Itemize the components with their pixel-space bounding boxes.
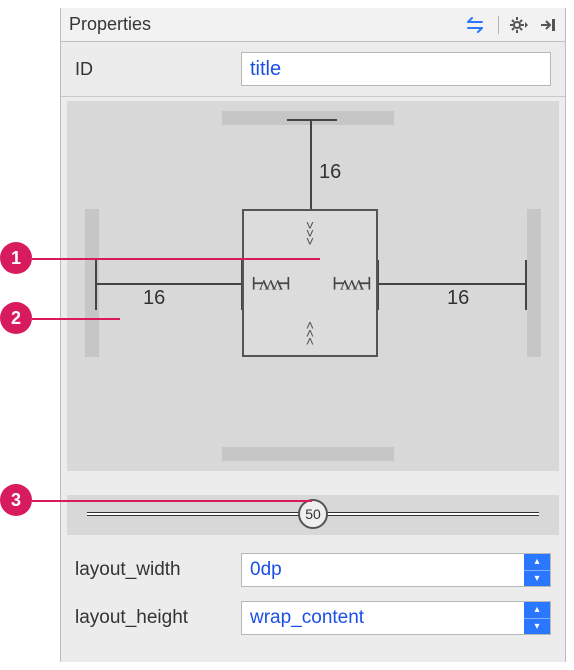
- callout-2: 2: [0, 302, 32, 334]
- slider-thumb[interactable]: 50: [298, 499, 328, 529]
- layout-width-label: layout_width: [75, 559, 225, 581]
- connector-right[interactable]: [377, 283, 527, 285]
- panel-title: Properties: [69, 14, 151, 35]
- stepper-icon[interactable]: ▴▾: [524, 554, 550, 586]
- stepper-icon[interactable]: ▴▾: [524, 602, 550, 634]
- callout-2-line: [32, 318, 120, 320]
- callout-1-line: [32, 258, 320, 260]
- id-row: ID: [61, 42, 565, 97]
- boundary-bottom: [222, 447, 394, 461]
- gear-icon[interactable]: [509, 16, 529, 34]
- height-control-bottom[interactable]: ˄˄˄: [306, 321, 314, 345]
- margin-right-value[interactable]: 16: [447, 287, 469, 310]
- width-control-left[interactable]: ᴧᴧᴧ: [252, 271, 287, 296]
- layout-rows: layout_width 0dp ▴▾ layout_height wrap_c…: [61, 541, 565, 635]
- layout-height-row: layout_height wrap_content ▴▾: [75, 601, 551, 635]
- layout-height-select[interactable]: wrap_content ▴▾: [241, 601, 551, 635]
- height-control-top[interactable]: ˅˅˅: [306, 221, 314, 245]
- callout-3-line: [32, 500, 312, 502]
- callout-1: 1: [0, 242, 32, 274]
- properties-panel: Properties: [60, 8, 566, 662]
- header-tools: [466, 16, 557, 34]
- view-box[interactable]: ˅˅˅ ᴧᴧᴧ ᴧᴧᴧ ˄˄˄: [242, 209, 378, 357]
- callout-3: 3: [0, 484, 32, 516]
- layout-width-value: 0dp: [250, 559, 282, 581]
- layout-width-row: layout_width 0dp ▴▾: [75, 553, 551, 587]
- layout-height-label: layout_height: [75, 607, 225, 629]
- margin-left-value[interactable]: 16: [143, 287, 165, 310]
- horizontal-bias-slider[interactable]: 50: [87, 505, 539, 523]
- collapse-icon[interactable]: [539, 17, 557, 33]
- margin-top-value[interactable]: 16: [319, 161, 341, 184]
- width-control-right[interactable]: ᴧᴧᴧ: [333, 271, 368, 296]
- layout-height-value: wrap_content: [250, 607, 364, 629]
- boundary-top: [222, 111, 394, 125]
- boundary-right: [527, 209, 541, 357]
- connector-top[interactable]: [310, 119, 312, 211]
- toolbar-divider: [498, 16, 499, 34]
- id-label: ID: [75, 59, 225, 80]
- panel-header: Properties: [61, 8, 565, 42]
- swap-icon[interactable]: [466, 17, 488, 33]
- connector-left[interactable]: [95, 283, 243, 285]
- layout-width-select[interactable]: 0dp ▴▾: [241, 553, 551, 587]
- constraint-widget[interactable]: 16 16 16 ˅˅˅ ᴧᴧᴧ ᴧᴧᴧ ˄˄˄: [67, 101, 559, 471]
- id-input[interactable]: [241, 52, 551, 86]
